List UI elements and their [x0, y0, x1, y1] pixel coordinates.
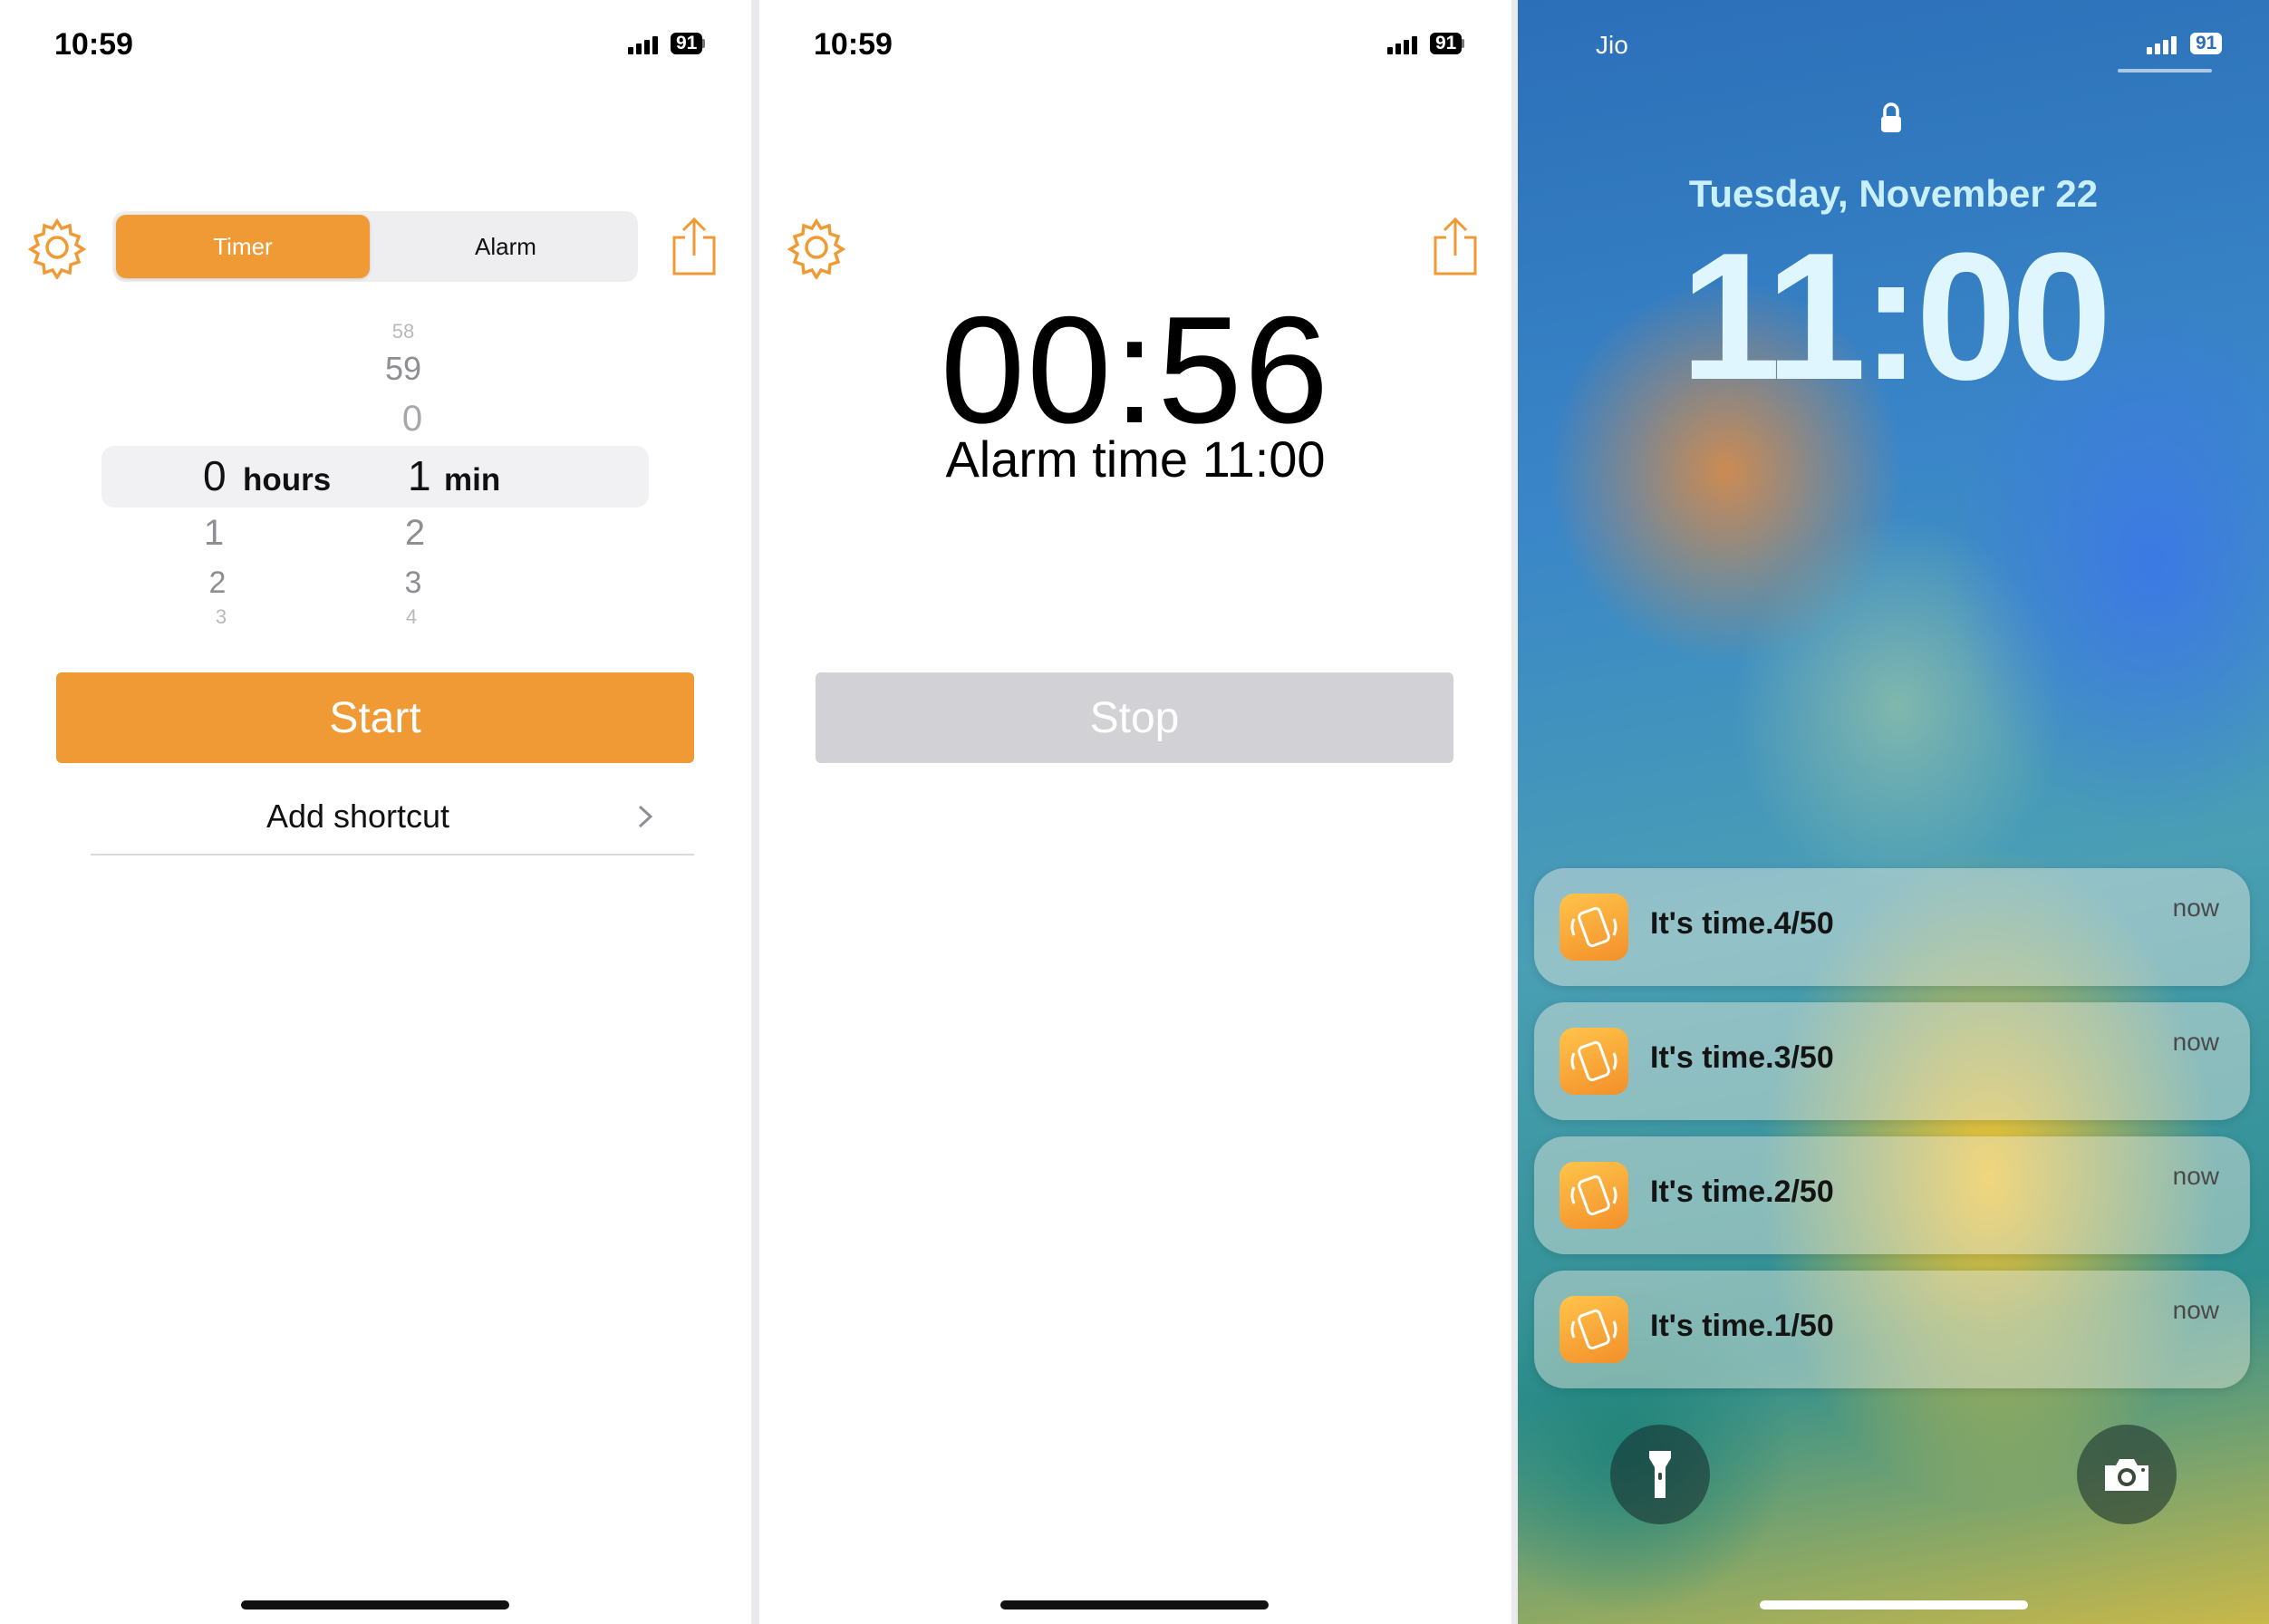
battery-indicator: 91	[1430, 33, 1463, 54]
home-indicator	[1000, 1600, 1269, 1610]
home-indicator	[241, 1600, 509, 1610]
add-shortcut-row[interactable]: Add shortcut	[91, 779, 694, 856]
picker-wheel-item: 1	[203, 513, 225, 553]
picker-wheel-item: 4	[405, 605, 418, 628]
add-shortcut-label: Add shortcut	[266, 798, 450, 835]
notification-time: now	[2172, 1162, 2219, 1190]
picker-wheel-item: 3	[215, 605, 227, 628]
status-time: 10:59	[814, 27, 893, 62]
notification-card[interactable]: It's time.1/50 now	[1534, 1271, 2250, 1388]
notification-card[interactable]: It's time.3/50 now	[1534, 1002, 2250, 1120]
start-button[interactable]: Start	[56, 672, 694, 763]
lock-screen: Jio 91 Tuesday, November 22 11:00 It's t…	[1518, 0, 2269, 1624]
alarm-time-label: Alarm time 11:00	[945, 430, 1326, 488]
tab-timer[interactable]: Timer	[116, 215, 370, 278]
notification-time: now	[2172, 894, 2219, 922]
notification-title: It's time.3/50	[1650, 1040, 1834, 1075]
picker-wheel-item: 2	[208, 566, 227, 600]
camera-button[interactable]	[2077, 1425, 2177, 1524]
battery-tip	[702, 39, 706, 48]
home-indicator	[1760, 1600, 2028, 1610]
notification-title: It's time.2/50	[1650, 1174, 1834, 1209]
flashlight-button[interactable]	[1610, 1425, 1710, 1524]
duration-picker-selection[interactable]	[101, 446, 649, 508]
hours-unit-label: hours	[243, 462, 332, 498]
stop-button[interactable]: Stop	[816, 672, 1453, 763]
tab-alarm[interactable]: Alarm	[377, 215, 634, 278]
panel-divider	[1511, 0, 1518, 1624]
minutes-unit-label: min	[444, 462, 501, 498]
battery-indicator: 91	[671, 33, 703, 54]
picker-wheel-item: 58	[391, 320, 415, 343]
flashlight-icon	[1649, 1451, 1671, 1498]
gear-icon[interactable]	[25, 216, 89, 279]
notification-time: now	[2172, 1296, 2219, 1324]
vibrating-phone-icon	[1559, 1162, 1628, 1229]
minutes-value: 1	[408, 452, 431, 499]
signal-icon	[1387, 34, 1417, 54]
vibrating-phone-icon	[1559, 894, 1628, 961]
notification-time: now	[2172, 1028, 2219, 1056]
gear-icon[interactable]	[785, 216, 848, 279]
battery-indicator: 91	[2190, 33, 2223, 54]
share-icon[interactable]	[1430, 216, 1481, 277]
lock-icon	[1881, 102, 1901, 132]
carrier-label: Jio	[1596, 31, 1628, 59]
control-center-grabber[interactable]	[2118, 69, 2212, 72]
notification-card[interactable]: It's time.4/50 now	[1534, 868, 2250, 986]
signal-icon	[2147, 34, 2177, 54]
signal-icon	[628, 34, 658, 54]
status-time: 10:59	[54, 27, 133, 62]
picker-wheel-item: 59	[384, 350, 422, 387]
notification-title: It's time.1/50	[1650, 1309, 1834, 1343]
lock-date: Tuesday, November 22	[1688, 172, 2099, 215]
picker-wheel-item: 0	[401, 399, 423, 439]
battery-tip	[1462, 39, 1465, 48]
share-icon[interactable]	[669, 216, 719, 277]
notification-title: It's time.4/50	[1650, 906, 1834, 941]
countdown-screen: 10:59 91 00:56 Alarm time 11:00 Stop	[759, 0, 1511, 1624]
picker-wheel-item: 2	[404, 513, 426, 553]
hours-value: 0	[203, 452, 227, 499]
timer-setup-screen: 10:59 91 Timer Alarm 58 59 0 0 hours 1 m…	[0, 0, 751, 1624]
chevron-right-icon	[638, 805, 653, 828]
vibrating-phone-icon	[1559, 1028, 1628, 1095]
lock-time: 11:00	[1680, 216, 2112, 418]
camera-icon	[2105, 1459, 2148, 1491]
picker-wheel-item: 3	[404, 566, 422, 600]
mode-segmented-control: Timer Alarm	[112, 211, 638, 282]
notification-card[interactable]: It's time.2/50 now	[1534, 1136, 2250, 1254]
vibrating-phone-icon	[1559, 1296, 1628, 1363]
panel-divider	[751, 0, 759, 1624]
